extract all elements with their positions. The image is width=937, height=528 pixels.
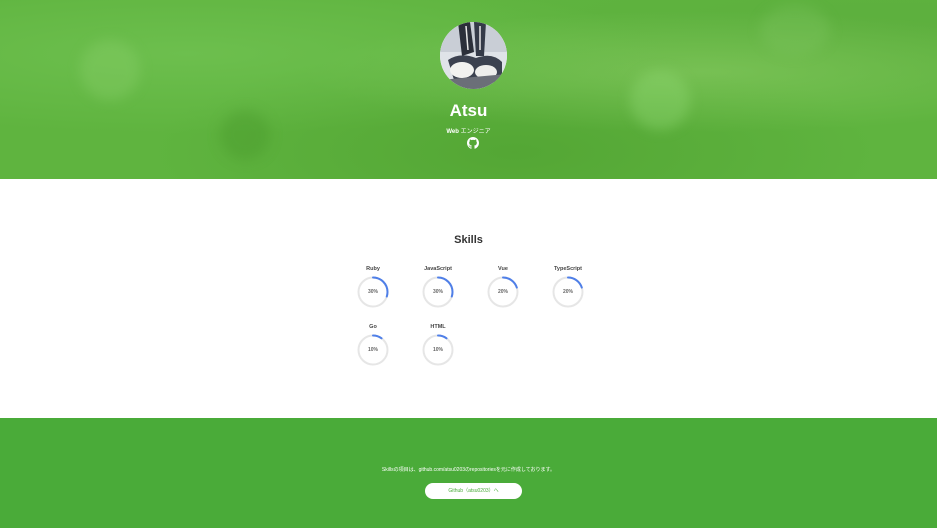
skill-vue: Vue 20%: [473, 265, 533, 308]
skill-progress-ring: 30%: [422, 276, 454, 308]
background-blob: [760, 5, 830, 55]
background-blob: [80, 40, 140, 100]
footer-note: Skillsの項目は、github.com/atsu0203のrepositor…: [381, 467, 556, 473]
skill-percent: 30%: [367, 289, 378, 295]
skill-progress-ring: 10%: [422, 334, 454, 366]
skill-name: Ruby: [366, 266, 380, 272]
profile-role: Web エンジニア: [0, 126, 937, 135]
skill-name: Go: [369, 324, 377, 330]
skill-ruby: Ruby 30%: [343, 265, 403, 308]
skill-percent: 30%: [432, 289, 443, 295]
skill-javascript: JavaScript 30%: [408, 265, 468, 308]
skill-go: Go 10%: [343, 323, 403, 366]
skill-name: JavaScript: [424, 266, 452, 272]
skill-name: Vue: [498, 266, 508, 272]
skill-name: TypeScript: [553, 266, 582, 272]
github-link[interactable]: [467, 136, 479, 149]
avatar: [440, 22, 507, 89]
role-suffix: エンジニア: [460, 129, 491, 135]
avatar-photo: [440, 22, 507, 89]
skill-progress-ring: 20%: [487, 276, 519, 308]
skill-progress-ring: 30%: [357, 276, 389, 308]
skills-title: Skills: [454, 234, 483, 246]
skill-html: HTML 10%: [408, 323, 468, 366]
profile-name: Atsu: [449, 101, 488, 120]
skill-name: HTML: [430, 324, 446, 330]
github-profile-button[interactable]: Github（atsu0203）へ: [425, 483, 522, 499]
skill-percent: 20%: [562, 289, 573, 295]
profile-header: Atsu Web エンジニア: [0, 0, 937, 179]
footer: Skillsの項目は、github.com/atsu0203のrepositor…: [0, 418, 937, 528]
skill-typescript: TypeScript 20%: [538, 265, 598, 308]
skill-percent: 10%: [367, 347, 378, 353]
background-blob: [630, 70, 690, 130]
skill-progress-ring: 20%: [552, 276, 584, 308]
github-icon: [467, 137, 479, 149]
skill-percent: 10%: [432, 347, 443, 353]
skill-percent: 20%: [497, 289, 508, 295]
role-prefix: Web: [446, 129, 459, 135]
skill-progress-ring: 10%: [357, 334, 389, 366]
